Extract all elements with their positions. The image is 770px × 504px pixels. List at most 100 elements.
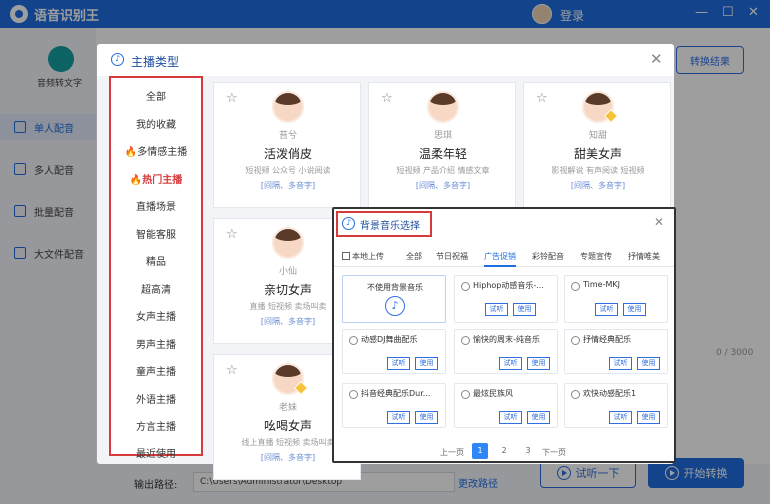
music-card[interactable]: 欢快动感配乐1 试听 使用 [564, 383, 668, 428]
page-2-button[interactable]: 2 [496, 443, 512, 459]
use-button[interactable]: 使用 [637, 357, 660, 370]
category-item-active[interactable]: 🔥热门主播 [111, 171, 201, 186]
fire-icon: 🔥 [124, 147, 138, 158]
tab-ad-promo[interactable]: 广告促销 [484, 251, 516, 267]
category-item[interactable]: 外语主播 [111, 391, 201, 406]
voice-features: [间隔、多音字] [415, 181, 471, 190]
close-icon[interactable]: ✕ [654, 215, 664, 230]
voice-features: [间隔、多音字] [260, 181, 316, 190]
tab-festival[interactable]: 节日祝福 [436, 251, 468, 262]
music-name: 抒情经典配乐 [583, 335, 631, 344]
dialog-header: ♪ 背景音乐选择 [336, 211, 432, 237]
music-name: Time-MKJ [583, 280, 620, 289]
favorite-star-icon[interactable]: ☆ [536, 91, 548, 106]
upload-icon [342, 252, 350, 260]
music-card[interactable]: 动感DJ舞曲配乐 试听 使用 [342, 329, 446, 374]
category-list: 全部 我的收藏 🔥多情感主播 🔥热门主播 直播场景 智能客服 精品 超高清 女声… [109, 76, 203, 460]
dialog-title: 主播类型 [131, 55, 180, 69]
favorite-star-icon[interactable]: ☆ [226, 91, 238, 106]
music-note-icon [571, 336, 580, 345]
music-name: 愉快的周末-纯音乐 [473, 335, 540, 344]
tab-lyrical[interactable]: 抒情唯美 [628, 251, 660, 262]
category-item[interactable]: 最近使用 [111, 445, 201, 460]
no-music-card[interactable]: 不使用背景音乐 ♪ [342, 275, 446, 323]
close-icon[interactable]: ✕ [650, 52, 663, 67]
page-3-button[interactable]: 3 [520, 443, 536, 459]
use-button[interactable]: 使用 [527, 411, 550, 424]
no-music-label: 不使用背景音乐 [367, 283, 423, 292]
voice-card[interactable]: ☆ 苔兮 活泼俏皮 短视频 公众号 小说阅读 [间隔、多音字] [213, 82, 361, 208]
voice-style: 温柔年轻 [418, 147, 467, 161]
voice-name: 知甜 [588, 131, 607, 141]
use-button[interactable]: 使用 [415, 357, 438, 370]
favorite-star-icon[interactable]: ☆ [226, 227, 238, 242]
tab-local-upload[interactable]: 本地上传 [342, 251, 384, 262]
voice-tags: 短视频 产品介绍 情感文章 [396, 166, 490, 175]
music-name: Hiphop动感音乐-... [473, 281, 544, 290]
use-button[interactable]: 使用 [637, 411, 660, 424]
use-button[interactable]: 使用 [623, 303, 646, 316]
next-page-link[interactable]: 下一页 [542, 447, 566, 458]
music-card[interactable]: Hiphop动感音乐-... 试听 使用 [454, 275, 558, 323]
listen-button[interactable]: 试听 [499, 411, 522, 424]
music-name: 抖音经典配乐Dur... [361, 389, 431, 398]
voice-card[interactable]: ☆ 知甜 甜美女声 影视解说 有声阅读 短视频 [间隔、多音字] [523, 82, 671, 208]
music-card[interactable]: 抒情经典配乐 试听 使用 [564, 329, 668, 374]
prev-page-link[interactable]: 上一页 [440, 447, 464, 458]
category-item[interactable]: 全部 [111, 88, 201, 103]
category-item[interactable]: 方言主播 [111, 418, 201, 433]
category-item[interactable]: 超高清 [111, 281, 201, 296]
category-item[interactable]: 精品 [111, 253, 201, 268]
music-note-icon: ♪ [111, 53, 124, 66]
category-item[interactable]: 女声主播 [111, 308, 201, 323]
category-item[interactable]: 男声主播 [111, 336, 201, 351]
music-note-icon: ♪ [385, 296, 405, 316]
music-tabs: 本地上传 全部 节日祝福 广告促销 彩铃配音 专题宣传 抒情唯美 [334, 247, 674, 267]
music-note-icon [349, 390, 358, 399]
music-card[interactable]: 抖音经典配乐Dur... 试听 使用 [342, 383, 446, 428]
listen-button[interactable]: 试听 [387, 357, 410, 370]
category-item[interactable]: 直播场景 [111, 198, 201, 213]
category-item[interactable]: 童声主播 [111, 363, 201, 378]
music-card[interactable]: 愉快的周末-纯音乐 试听 使用 [454, 329, 558, 374]
music-note-icon [571, 282, 580, 291]
listen-button[interactable]: 试听 [387, 411, 410, 424]
dialog-title: 背景音乐选择 [360, 221, 420, 232]
music-name: 欢快动感配乐1 [583, 389, 637, 398]
music-note-icon [461, 282, 470, 291]
music-note-icon [461, 390, 470, 399]
voice-style: 活泼俏皮 [263, 147, 312, 161]
background-music-dialog: ♪ 背景音乐选择 ✕ 本地上传 全部 节日祝福 广告促销 彩铃配音 专题宣传 抒… [332, 207, 676, 463]
music-note-icon [571, 390, 580, 399]
tab-topic[interactable]: 专题宣传 [580, 251, 612, 262]
music-card[interactable]: Time-MKJ 试听 使用 [564, 275, 668, 323]
voice-tags: 短视频 公众号 小说阅读 [245, 166, 331, 175]
voice-features: [间隔、多音字] [570, 181, 626, 190]
voice-name: 苔兮 [278, 131, 297, 141]
use-button[interactable]: 使用 [513, 303, 536, 316]
voice-style: 甜美女声 [573, 147, 622, 161]
category-item[interactable]: 我的收藏 [111, 116, 201, 131]
page-1-button[interactable]: 1 [472, 443, 488, 459]
listen-button[interactable]: 试听 [609, 357, 632, 370]
voice-tags: 影视解说 有声阅读 短视频 [551, 166, 645, 175]
category-item[interactable]: 🔥多情感主播 [111, 143, 201, 158]
favorite-star-icon[interactable]: ☆ [381, 91, 393, 106]
voice-name: 思琪 [433, 131, 452, 141]
favorite-star-icon[interactable]: ☆ [226, 363, 238, 378]
music-name: 动感DJ舞曲配乐 [361, 335, 418, 344]
listen-button[interactable]: 试听 [609, 411, 632, 424]
music-note-icon [349, 336, 358, 345]
music-name: 最炫民族风 [473, 389, 513, 398]
music-card[interactable]: 最炫民族风 试听 使用 [454, 383, 558, 428]
tab-ringtone[interactable]: 彩铃配音 [532, 251, 564, 262]
use-button[interactable]: 使用 [415, 411, 438, 424]
listen-button[interactable]: 试听 [485, 303, 508, 316]
use-button[interactable]: 使用 [527, 357, 550, 370]
tab-all[interactable]: 全部 [406, 251, 422, 262]
listen-button[interactable]: 试听 [499, 357, 522, 370]
dialog-header: ♪ 主播类型 ✕ [97, 44, 674, 76]
category-item[interactable]: 智能客服 [111, 226, 201, 241]
voice-card[interactable]: ☆ 思琪 温柔年轻 短视频 产品介绍 情感文章 [间隔、多音字] [368, 82, 516, 208]
listen-button[interactable]: 试听 [595, 303, 618, 316]
